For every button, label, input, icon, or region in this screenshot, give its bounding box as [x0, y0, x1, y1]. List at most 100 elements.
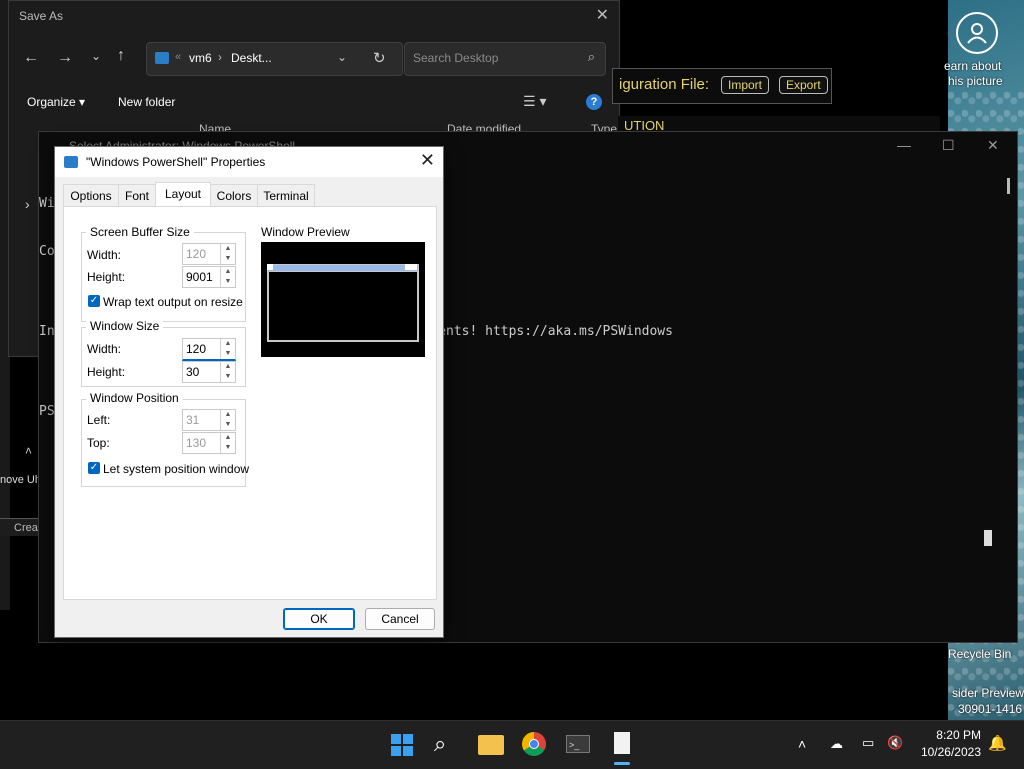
clock-date[interactable]: 10/26/2023	[919, 745, 981, 759]
position-left-value: 31	[186, 413, 200, 427]
properties-dialog: "Windows PowerShell" Properties ✕ Option…	[54, 146, 444, 638]
network-icon[interactable]: ▭	[862, 735, 874, 751]
learn-about-label[interactable]: earn about	[944, 59, 1001, 73]
terminal-icon[interactable]: >_	[566, 735, 590, 753]
camera-icon	[967, 23, 987, 44]
minimize-icon[interactable]: —	[897, 137, 911, 153]
window-position-label: Window Position	[86, 391, 183, 405]
search-icon[interactable]: ⌕	[434, 731, 446, 757]
view-options-icon[interactable]: ☰ ▾	[523, 93, 546, 110]
buffer-width-label: Width:	[87, 248, 122, 262]
buffer-height-value: 9001	[186, 270, 213, 284]
buffer-height-stepper[interactable]: 9001 ▲ ▼	[182, 266, 236, 288]
forward-arrow-icon[interactable]: →	[57, 49, 73, 67]
preview-corner	[405, 264, 417, 270]
search-icon[interactable]: ⌕	[588, 49, 595, 65]
config-file-label: iguration File:	[619, 76, 710, 93]
overflow-chevrons-icon: «	[175, 51, 182, 63]
clock-time[interactable]: 8:20 PM	[919, 728, 981, 742]
address-dropdown-icon[interactable]: ⌄	[337, 50, 347, 64]
refresh-icon[interactable]: ↻	[373, 49, 386, 67]
tab-font[interactable]: Font	[118, 184, 156, 207]
save-as-title: Save As	[19, 9, 64, 23]
preview-titlebar	[267, 264, 419, 272]
wrap-text-label[interactable]: Wrap text output on resize	[103, 295, 243, 309]
export-button[interactable]: Export	[779, 76, 828, 94]
build-number-label: 30901-1416	[958, 702, 1023, 716]
powershell-icon	[64, 156, 78, 168]
close-icon[interactable]: ✕	[420, 150, 435, 171]
tab-layout[interactable]: Layout	[155, 182, 211, 208]
tab-terminal[interactable]: Terminal	[257, 184, 315, 207]
this-picture-label[interactable]: his picture	[948, 74, 1003, 88]
config-file-bar: iguration File: Import Export	[612, 68, 832, 104]
up-arrow-icon[interactable]: ↑	[117, 47, 125, 65]
volume-muted-icon[interactable]: 🔇	[887, 735, 903, 751]
let-system-position-checkbox[interactable]: ✓	[88, 462, 100, 474]
position-top-stepper[interactable]: 130 ▲ ▼	[182, 432, 236, 454]
address-bar[interactable]: « vm6 › Deskt... ⌄ ↻	[146, 42, 403, 76]
notification-bell-icon[interactable]: 🔔	[988, 734, 1007, 752]
recycle-bin-label[interactable]: Recycle Bin	[948, 647, 1011, 661]
address-part-vm6[interactable]: vm6	[189, 51, 212, 65]
help-icon[interactable]: ?	[586, 94, 602, 110]
position-top-label: Top:	[87, 436, 110, 450]
buffer-width-value: 120	[186, 247, 207, 261]
recent-chevron-icon[interactable]: ⌄	[91, 49, 101, 63]
buffer-height-label: Height:	[87, 270, 126, 284]
window-height-stepper[interactable]: 30 ▲ ▼	[182, 361, 236, 383]
spin-arrows-icon[interactable]: ▲ ▼	[220, 267, 235, 287]
show-hidden-icons-chevron-icon[interactable]: ˄	[798, 736, 806, 752]
maximize-icon[interactable]: ☐	[942, 137, 955, 154]
search-box[interactable]: Search Desktop ⌕	[404, 42, 606, 76]
tab-options[interactable]: Options	[63, 184, 119, 207]
create-fragment[interactable]: Crea	[0, 518, 40, 536]
tab-colors[interactable]: Colors	[210, 184, 258, 207]
chrome-center	[529, 739, 539, 749]
chrome-icon[interactable]	[522, 732, 546, 756]
expand-chevron-icon[interactable]: ›	[25, 196, 30, 212]
wrap-text-checkbox[interactable]: ✓	[88, 295, 100, 307]
scrollbar-thumb[interactable]	[1007, 178, 1010, 194]
window-preview-label: Window Preview	[261, 225, 350, 239]
window-width-value: 120	[186, 342, 207, 356]
search-placeholder: Search Desktop	[413, 51, 499, 65]
windows-logo-icon	[391, 734, 413, 756]
spin-arrows-icon[interactable]: ▲ ▼	[220, 339, 235, 359]
import-button[interactable]: Import	[721, 76, 770, 94]
onedrive-icon[interactable]: ☁	[830, 736, 843, 752]
buffer-width-stepper[interactable]: 120 ▲ ▼	[182, 243, 236, 265]
remove-fragment: nove Ult	[0, 474, 41, 486]
spin-arrows-icon[interactable]: ▲ ▼	[220, 244, 235, 264]
window-size-label: Window Size	[86, 319, 164, 333]
cancel-button[interactable]: Cancel	[365, 608, 435, 630]
window-width-stepper[interactable]: 120 ▲ ▼	[182, 338, 236, 361]
ok-button[interactable]: OK	[283, 608, 355, 630]
organize-label: Organize	[27, 95, 76, 109]
preview-corner	[267, 264, 273, 270]
new-folder-button[interactable]: New folder	[118, 95, 175, 109]
preview-window-frame	[267, 264, 419, 342]
window-preview	[261, 242, 425, 357]
notepad-icon[interactable]	[614, 732, 630, 754]
address-part-desktop[interactable]: Deskt...	[231, 51, 272, 65]
close-icon[interactable]: ✕	[987, 137, 999, 154]
let-system-position-label[interactable]: Let system position window	[103, 462, 249, 476]
back-arrow-icon[interactable]: ←	[23, 49, 39, 67]
spin-arrows-icon[interactable]: ▲ ▼	[220, 410, 235, 430]
position-top-value: 130	[186, 436, 207, 450]
spin-arrows-icon[interactable]: ▲ ▼	[220, 362, 235, 382]
active-indicator	[614, 762, 630, 765]
screen-buffer-label: Screen Buffer Size	[86, 225, 194, 239]
dialog-title: "Windows PowerShell" Properties	[86, 155, 266, 169]
organize-button[interactable]: Organize ▾	[27, 95, 85, 109]
collapse-chevron-icon[interactable]: ˄	[25, 444, 32, 458]
file-explorer-icon[interactable]	[478, 735, 504, 755]
position-left-stepper[interactable]: 31 ▲ ▼	[182, 409, 236, 431]
close-icon[interactable]: ✕	[596, 5, 609, 25]
taskbar: ⌕ >_ ˄ ☁ ▭ 🔇 8:20 PM 10/26/2023 🔔	[0, 720, 1024, 769]
learn-about-picture-icon[interactable]	[956, 12, 998, 54]
spin-arrows-icon[interactable]: ▲ ▼	[220, 433, 235, 453]
dialog-titlebar[interactable]: "Windows PowerShell" Properties ✕	[55, 147, 443, 177]
start-icon[interactable]	[390, 733, 414, 757]
